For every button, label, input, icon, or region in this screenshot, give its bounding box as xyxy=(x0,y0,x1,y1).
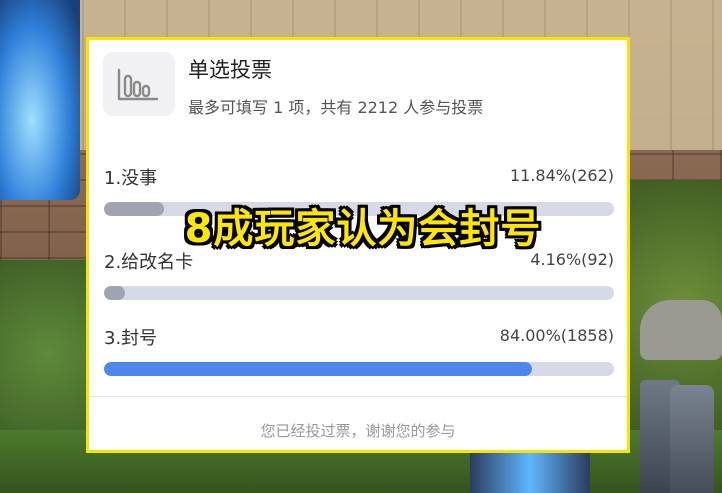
poll-title: 单选投票 xyxy=(188,58,272,82)
background-pillar xyxy=(670,385,714,493)
option-stat: 84.00%(1858) xyxy=(499,326,614,345)
poll-option[interactable]: 3.封号 84.00%(1858) xyxy=(104,324,614,384)
option-progress-fill xyxy=(104,362,533,376)
background-glow xyxy=(470,450,590,493)
option-progress-track xyxy=(104,286,614,300)
option-progress-fill xyxy=(104,286,126,300)
poll-subtitle: 最多可填写 1 项，共有 2212 人参与投票 xyxy=(188,98,484,117)
option-stat: 11.84%(262) xyxy=(509,166,614,185)
option-progress-track xyxy=(104,362,614,376)
poll-footer: 您已经投过票，谢谢您的参与 xyxy=(260,422,456,440)
background-rocks xyxy=(640,300,722,360)
bar-chart-icon xyxy=(117,68,159,101)
poll-icon-box xyxy=(103,52,175,116)
poll-option[interactable]: 2.给改名卡 4.16%(92) xyxy=(104,248,614,308)
option-label: 1.没事 xyxy=(104,168,158,189)
divider xyxy=(89,396,627,397)
option-label: 3.封号 xyxy=(104,328,158,349)
background-portal xyxy=(0,0,80,200)
overlay-caption: 8成玩家认为会封号 xyxy=(184,206,542,252)
